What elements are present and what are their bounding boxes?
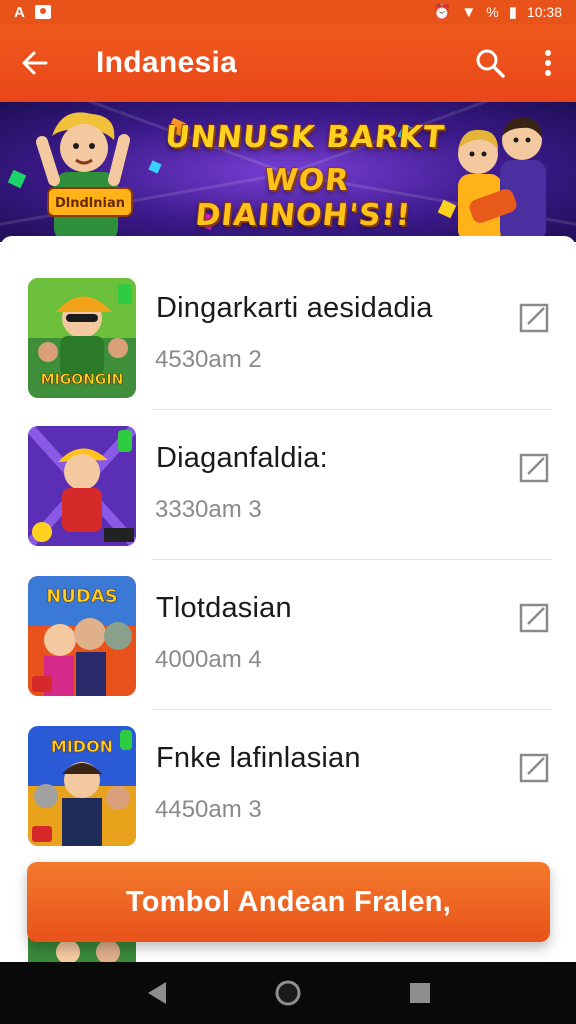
banner-headline-line1: UNNUSK BARKT (163, 120, 447, 155)
open-external-icon[interactable] (518, 452, 550, 484)
arrow-left-icon (22, 51, 48, 75)
primary-cta-button[interactable]: Tombol Andean Fralen, (27, 862, 550, 942)
back-button[interactable] (0, 24, 70, 102)
alarm-icon: ⏰ (432, 3, 452, 21)
banner-badge-text: Dlndlnian (55, 196, 125, 211)
more-vert-icon (545, 50, 551, 76)
item-subtitle: 3330am 3 (155, 496, 262, 523)
triangle-back-icon (148, 982, 166, 1004)
notification-icon (34, 5, 51, 19)
status-left: A (14, 4, 51, 21)
search-icon (476, 49, 505, 78)
search-button[interactable] (460, 24, 520, 102)
list-item[interactable]: Diaganfaldia: 3330am 3 (0, 410, 576, 560)
status-right: ⏰ ▼ % ▮ 10:38 (433, 4, 562, 20)
game-thumbnail: MIDON (28, 726, 136, 846)
signal-icon: % (486, 4, 499, 20)
open-external-icon[interactable] (518, 602, 550, 634)
content-panel: MIGONGIN Dingarkarti aesidadia 4530am 2 … (0, 236, 576, 964)
status-bar: A ⏰ ▼ % ▮ 10:38 (0, 0, 576, 24)
nav-home-button[interactable] (268, 973, 308, 1013)
item-subtitle: 4530am 2 (155, 346, 262, 373)
open-external-icon[interactable] (518, 752, 550, 784)
game-thumbnail (28, 426, 136, 546)
open-external-icon[interactable] (518, 302, 550, 334)
item-title: Tlotdasian (156, 592, 292, 624)
item-title: Fnke lafinlasian (156, 742, 361, 774)
list-item[interactable]: NUDAS Tlotdasian 4000am 4 (0, 560, 576, 710)
status-time: 10:38 (526, 4, 562, 20)
promo-banner[interactable]: Dlndlnian UNNUSK BARKT WOR DIAINOH'S!! (0, 102, 576, 242)
game-thumbnail: NUDAS (28, 576, 136, 696)
nav-recents-button[interactable] (400, 973, 440, 1013)
item-title: Dingarkarti aesidadia (156, 292, 433, 324)
app-bar: Indanesia (0, 24, 576, 102)
banner-headline-line2: WOR DIAINOH'S!! (193, 163, 413, 233)
game-thumbnail: MIGONGIN (28, 278, 136, 398)
wifi-icon: ▼ (461, 3, 477, 21)
item-subtitle: 4000am 4 (155, 646, 262, 673)
circle-home-icon (275, 980, 301, 1006)
nav-back-button[interactable] (136, 973, 176, 1013)
cartoon-character-illustration: Dlndlnian (36, 112, 133, 242)
battery-icon: ▮ (508, 3, 517, 21)
item-title: Diaganfaldia: (156, 442, 328, 474)
status-app-indicator: A (14, 3, 25, 21)
list-item[interactable]: MIDON Fnke lafinlasian 4450am 3 (0, 710, 576, 860)
page-title: Indanesia (96, 46, 238, 79)
thumbnail-label: NUDAS (46, 586, 118, 607)
banner-headline: UNNUSK BARKT WOR DIAINOH'S!! (160, 120, 450, 233)
thumbnail-label: MIGONGIN (41, 372, 124, 388)
more-options-button[interactable] (520, 24, 576, 102)
cartoon-kids-illustration (458, 117, 546, 242)
list-item[interactable]: MIGONGIN Dingarkarti aesidadia 4530am 2 (0, 260, 576, 410)
square-recents-icon (410, 983, 430, 1003)
item-subtitle: 4450am 3 (155, 796, 262, 823)
system-nav-bar (0, 962, 576, 1024)
thumbnail-label: MIDON (51, 737, 113, 756)
